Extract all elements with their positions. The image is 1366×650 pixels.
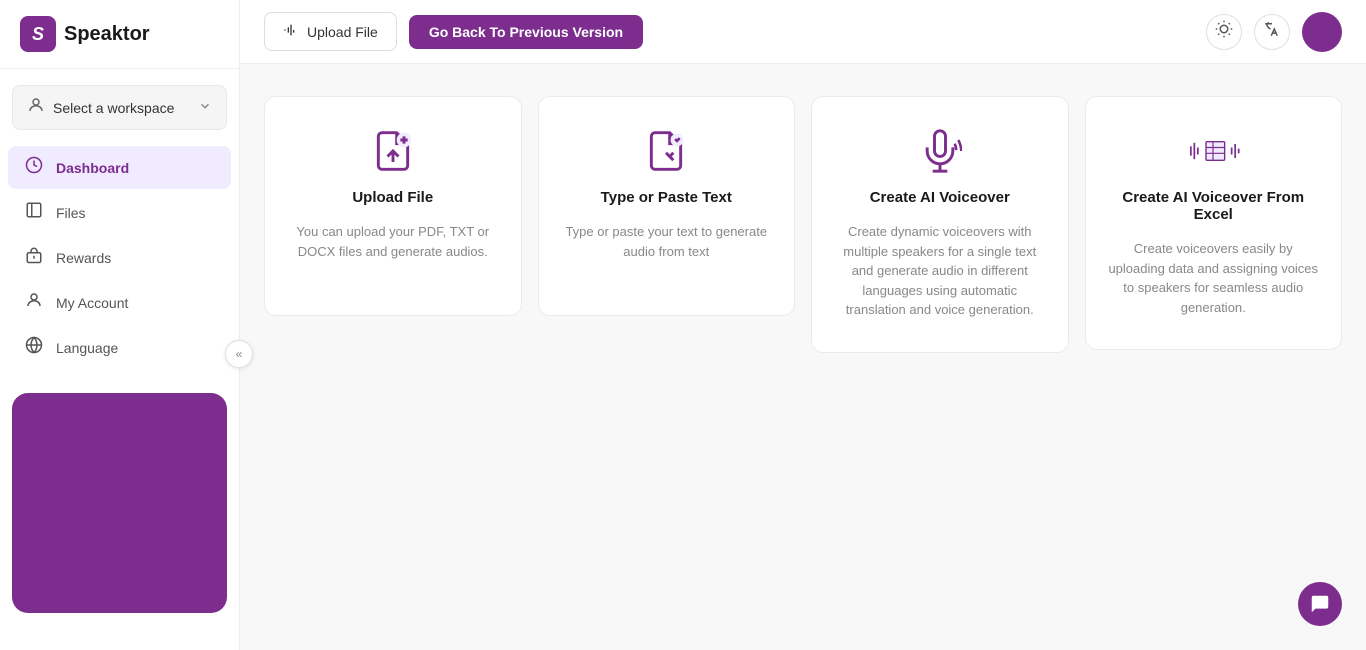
card-ai-voiceover-excel[interactable]: Create AI Voiceover From Excel Create vo… — [1085, 96, 1343, 350]
sidebar-item-account[interactable]: My Account — [8, 281, 231, 324]
main-content: Upload File Go Back To Previous Version — [240, 0, 1366, 650]
translate-icon — [1263, 20, 1281, 43]
nav-menu: Dashboard Files Rewards My Account — [0, 138, 239, 377]
sidebar: S Speaktor Select a workspace Dashboard — [0, 0, 240, 650]
logo-area: S Speaktor — [0, 0, 239, 69]
sidebar-collapse-button[interactable]: « — [225, 340, 253, 368]
dashboard-icon — [24, 156, 44, 179]
sun-icon — [1215, 20, 1233, 43]
card-ai-voiceover[interactable]: Create AI Voiceover Create dynamic voice… — [811, 96, 1069, 353]
sidebar-item-language[interactable]: Language — [8, 326, 231, 369]
files-icon — [24, 201, 44, 224]
avatar[interactable] — [1302, 12, 1342, 52]
workspace-label: Select a workspace — [53, 100, 174, 116]
logo-icon: S — [20, 16, 56, 52]
workspace-selector[interactable]: Select a workspace — [12, 85, 227, 130]
card-type-paste[interactable]: Type or Paste Text Type or paste your te… — [538, 96, 796, 316]
card-type-paste-desc: Type or paste your text to generate audi… — [559, 222, 775, 261]
card-upload-file-desc: You can upload your PDF, TXT or DOCX fil… — [285, 222, 501, 261]
sidebar-item-label-language: Language — [56, 340, 118, 356]
chat-bubble-button[interactable] — [1298, 582, 1342, 626]
voiceover-icon — [918, 129, 962, 173]
topbar-left: Upload File Go Back To Previous Version — [264, 12, 643, 51]
sidebar-item-rewards[interactable]: Rewards — [8, 236, 231, 279]
sidebar-promo-block — [12, 393, 227, 613]
cards-area: Upload File You can upload your PDF, TXT… — [240, 64, 1366, 650]
topbar: Upload File Go Back To Previous Version — [240, 0, 1366, 64]
theme-toggle-button[interactable] — [1206, 14, 1242, 50]
sidebar-item-label-account: My Account — [56, 295, 128, 311]
language-icon — [24, 336, 44, 359]
sidebar-item-label-files: Files — [56, 205, 86, 221]
rewards-icon — [24, 246, 44, 269]
sidebar-item-dashboard[interactable]: Dashboard — [8, 146, 231, 189]
workspace-person-icon — [27, 96, 45, 119]
card-ai-voiceover-desc: Create dynamic voiceovers with multiple … — [832, 222, 1048, 320]
chevron-down-icon — [198, 99, 212, 116]
collapse-icon: « — [236, 347, 243, 361]
sidebar-item-label-rewards: Rewards — [56, 250, 111, 266]
account-icon — [24, 291, 44, 314]
upload-waveform-icon — [283, 22, 299, 41]
translate-button[interactable] — [1254, 14, 1290, 50]
sidebar-item-files[interactable]: Files — [8, 191, 231, 234]
upload-file-icon — [371, 129, 415, 173]
card-ai-voiceover-excel-desc: Create voiceovers easily by uploading da… — [1106, 239, 1322, 317]
type-paste-icon — [644, 129, 688, 173]
logo-text: Speaktor — [64, 23, 150, 46]
card-upload-file-title: Upload File — [352, 189, 433, 206]
card-ai-voiceover-title: Create AI Voiceover — [870, 189, 1010, 206]
card-ai-voiceover-excel-title: Create AI Voiceover From Excel — [1106, 189, 1322, 223]
card-upload-file[interactable]: Upload File You can upload your PDF, TXT… — [264, 96, 522, 316]
voiceover-excel-icon — [1185, 129, 1241, 173]
sidebar-item-label-dashboard: Dashboard — [56, 160, 129, 176]
go-back-button[interactable]: Go Back To Previous Version — [409, 15, 643, 49]
card-type-paste-title: Type or Paste Text — [601, 189, 732, 206]
topbar-right — [1206, 12, 1342, 52]
upload-file-button[interactable]: Upload File — [264, 12, 397, 51]
